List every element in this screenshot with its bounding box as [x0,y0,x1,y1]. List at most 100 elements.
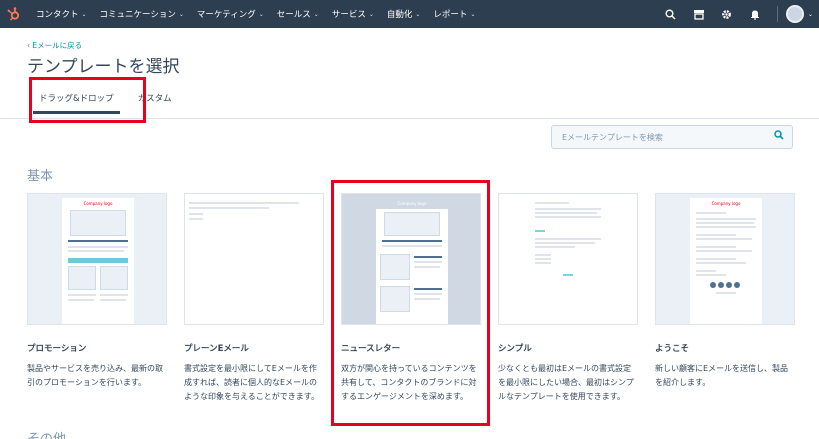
mini-text [696,246,736,248]
chevron-down-icon: ⌄ [313,10,319,18]
card-title: プロモーション [27,344,87,354]
mini-image [68,266,96,290]
mini-text [696,258,736,260]
social-icon [726,282,732,288]
social-icon [718,282,724,288]
template-card-simple[interactable]: シンプル 少なくとも最初はEメールの書式設定を最小限にしたい場合、最初はシンプル… [498,193,638,404]
highlight-box-newsletter [331,180,490,426]
mini-heading [535,202,569,204]
card-description: 新しい顧客にEメールを送信し、製品を紹介します。 [655,364,789,387]
mini-image [70,210,126,236]
template-search-input[interactable]: Eメールテンプレートを検索 [551,125,793,149]
gear-icon[interactable] [713,0,741,28]
mini-text [696,222,754,224]
mini-button [68,258,128,263]
back-to-email-link[interactable]: ‹ Eメールに戻る [27,40,82,51]
mini-text [189,207,269,209]
nav-contacts[interactable]: コンタクト ⌄ [36,8,87,20]
mini-text [696,250,752,252]
social-icon [710,282,716,288]
template-card-plain-email[interactable]: プレーンEメール 書式設定を最小限にしてEメールを作成すれば、読者に個人的なEメ… [184,193,324,404]
mini-text [189,202,299,204]
nav-communication[interactable]: コミュニケーション ⌄ [100,8,184,20]
mini-text [535,208,601,210]
company-logo: Company logo [711,201,741,206]
nav-sales-label: セールス [276,10,311,20]
card-title: プレーンEメール [184,344,249,354]
search-placeholder: Eメールテンプレートを検索 [562,133,663,142]
mini-heading [68,240,128,242]
nav-reports-label: レポート [433,10,468,20]
mini-image [100,266,128,290]
mini-text [696,218,756,220]
mini-text [68,250,124,252]
highlight-box-tab [29,77,146,123]
top-nav: コンタクト ⌄ コミュニケーション ⌄ マーケティング ⌄ セールス ⌄ サービス ⌄ 自… [0,0,819,28]
mini-text [535,216,601,218]
nav-communication-label: コミュニケーション [99,10,176,20]
mini-text [535,238,601,240]
chevron-down-icon: ⌄ [415,10,421,18]
template-card-promotion[interactable]: Company logo プロモーション 製品やサービスを売り込み、最新の取引の… [27,193,167,390]
social-icon [734,282,740,288]
social-icons [710,282,740,288]
nav-marketing-label: マーケティング [196,10,256,20]
mini-link [535,230,545,232]
bell-icon[interactable] [741,0,769,28]
template-thumbnail[interactable] [184,193,324,325]
mini-text [696,238,752,240]
mini-text [696,270,716,272]
search-icon[interactable] [774,130,784,143]
mini-text [535,212,597,214]
template-thumbnail[interactable]: Company logo [27,193,167,325]
template-thumbnail[interactable] [498,193,638,325]
card-title: ようこそ [655,344,690,354]
chevron-down-icon: ⌄ [470,10,476,18]
marketplace-icon[interactable] [685,0,713,28]
mini-text [535,262,551,264]
chevron-down-icon[interactable]: ⌄ [808,11,813,18]
mini-link [563,274,573,276]
chevron-down-icon: ⌄ [258,10,264,18]
mini-text [696,226,756,228]
chevron-down-icon: ⌄ [81,10,87,18]
nav-service[interactable]: サービス ⌄ [332,8,374,20]
nav-automation[interactable]: 自動化 ⌄ [387,8,421,20]
nav-marketing[interactable]: マーケティング ⌄ [197,8,264,20]
template-card-welcome[interactable]: Company logo ようこそ 新しい顧客にEメールを送信し、製品を紹介しま… [655,193,795,390]
mini-text [100,294,128,296]
mini-text [716,292,736,294]
section-title-basic: 基本 [27,169,54,184]
nav-reports[interactable]: レポート ⌄ [433,8,475,20]
mini-text [68,299,94,301]
mini-email: Company logo [690,198,762,324]
mini-text [535,246,575,248]
chevron-down-icon: ⌄ [368,10,374,18]
avatar[interactable] [785,5,804,23]
mini-text [535,258,551,260]
mini-text [189,213,203,215]
mini-text [68,294,96,296]
company-logo: Company logo [83,201,113,206]
chevron-down-icon: ⌄ [178,10,184,18]
mini-text [68,246,128,248]
section-title-other: その他 [27,428,66,439]
card-description: 書式設定を最小限にしてEメールを作成すれば、読者に個人的なEメールのような印象を… [184,364,319,401]
mini-email: Company logo [62,198,134,324]
mini-text [696,274,726,276]
search-icon[interactable] [657,0,685,28]
mini-heading [696,212,726,214]
mini-text [189,218,203,220]
nav-sales[interactable]: セールス ⌄ [277,8,319,20]
nav-service-label: サービス [331,10,366,20]
nav-automation-label: 自動化 [386,10,413,20]
mini-text [535,254,551,256]
page-title: テンプレートを選択 [27,57,180,77]
card-title: シンプル [498,344,532,354]
mini-text [696,262,746,264]
hubspot-logo-icon[interactable] [0,0,28,28]
nav-contacts-label: コンタクト [36,10,79,20]
template-thumbnail[interactable]: Company logo [655,193,795,325]
mini-text [696,234,736,236]
card-description: 製品やサービスを売り込み、最新の取引のプロモーションを行います。 [27,364,163,387]
